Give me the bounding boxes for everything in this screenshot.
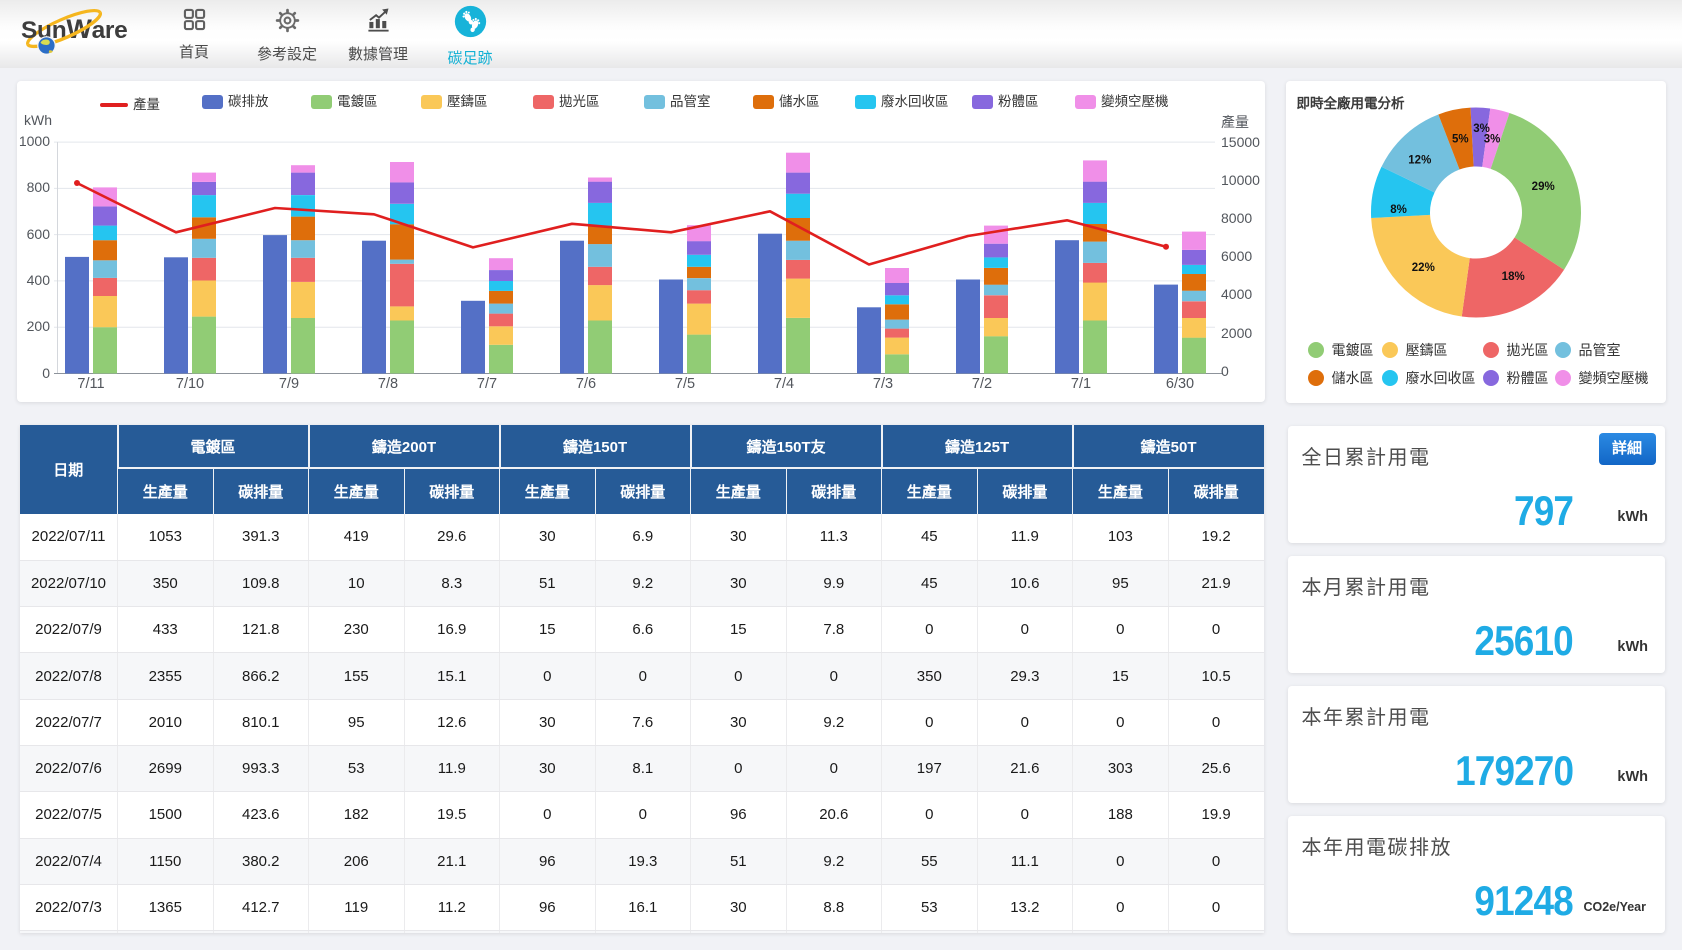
svg-text:5%: 5% <box>1451 134 1468 146</box>
svg-text:3%: 3% <box>1483 134 1500 146</box>
svg-text:8%: 8% <box>1390 204 1407 216</box>
svg-text:29%: 29% <box>1531 181 1554 193</box>
svg-text:12%: 12% <box>1408 155 1431 167</box>
svg-text:22%: 22% <box>1411 262 1434 274</box>
svg-text:18%: 18% <box>1501 271 1524 283</box>
